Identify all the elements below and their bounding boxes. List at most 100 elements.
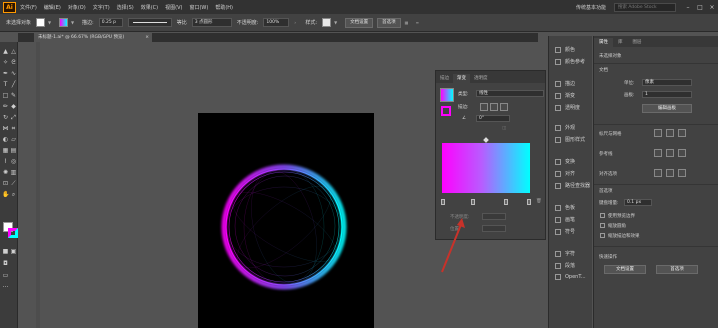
- gradient-stop-mid2[interactable]: [504, 199, 508, 205]
- rectangle-tool-icon[interactable]: □: [2, 92, 9, 99]
- rotate-tool-icon[interactable]: ↻: [2, 114, 9, 121]
- menu-view[interactable]: 视图(V): [165, 4, 182, 11]
- menu-window[interactable]: 窗口(W): [189, 4, 208, 11]
- snap-to-pixel-icon[interactable]: [654, 169, 662, 177]
- lasso-icon[interactable]: ᘓ: [10, 59, 17, 66]
- panel-align[interactable]: 对齐: [555, 170, 575, 177]
- gradient-angle-field[interactable]: 0°: [476, 115, 510, 122]
- workspace-switcher[interactable]: 传统基本功能: [576, 4, 606, 11]
- mesh-tool-icon[interactable]: ▦: [2, 147, 9, 154]
- style-swatch[interactable]: [322, 18, 332, 27]
- scale-tool-icon[interactable]: ⤢: [10, 114, 17, 121]
- width-tool-icon[interactable]: ⋈: [2, 125, 9, 132]
- menu-help[interactable]: 帮助(H): [215, 4, 233, 11]
- align-icon[interactable]: ≡: [416, 20, 422, 26]
- chevron-right-icon[interactable]: ›: [294, 20, 300, 26]
- guides-icon[interactable]: [654, 149, 662, 157]
- close-icon[interactable]: ×: [706, 4, 718, 11]
- gradient-location-field[interactable]: [482, 225, 506, 232]
- grid-icon[interactable]: ▦: [405, 20, 411, 26]
- panel-transparency[interactable]: 透明度: [555, 104, 580, 111]
- symbol-sprayer-icon[interactable]: ✺: [2, 169, 9, 176]
- stroke-swatch[interactable]: [59, 18, 69, 27]
- screen-mode-icon[interactable]: ▭: [2, 272, 9, 279]
- slice-tool-icon[interactable]: ⟋: [10, 180, 17, 187]
- line-tool-icon[interactable]: ╱: [10, 81, 17, 88]
- grid-icon[interactable]: [666, 129, 674, 137]
- free-transform-icon[interactable]: ⌗: [10, 125, 17, 132]
- magic-wand-icon[interactable]: ✧: [2, 59, 9, 66]
- stroke-within-icon[interactable]: [480, 103, 488, 111]
- delete-stop-icon[interactable]: 🗑: [536, 199, 542, 204]
- chevron-down-icon[interactable]: ▼: [334, 20, 340, 26]
- props-document-setup-button[interactable]: 文档设置: [604, 265, 646, 274]
- tab-transparency[interactable]: 透明度: [470, 74, 492, 83]
- chevron-down-icon[interactable]: ▼: [48, 20, 54, 26]
- document-tab[interactable]: 未标题-1.ai* @ 66.67% (RGB/GPU 预览) ×: [34, 33, 152, 42]
- hand-tool-icon[interactable]: ✋: [2, 191, 9, 198]
- eraser-icon[interactable]: ◆: [10, 103, 17, 110]
- panel-symbols[interactable]: 符号: [555, 228, 575, 235]
- pencil-icon[interactable]: ✏: [2, 103, 9, 110]
- gradient-preview-swatch[interactable]: [440, 88, 454, 102]
- stroke-color-swatch[interactable]: [8, 228, 18, 238]
- gradient-opacity-field[interactable]: [482, 213, 506, 220]
- panel-transform[interactable]: 变换: [555, 158, 575, 165]
- perspective-grid-icon[interactable]: ▱: [10, 136, 17, 143]
- chevron-down-icon[interactable]: ▼: [71, 20, 77, 26]
- scale-strokes-checkbox[interactable]: 缩放描边和效果: [600, 233, 640, 239]
- brush-field[interactable]: 3 点圆形: [191, 18, 232, 27]
- menu-edit[interactable]: 编辑(E): [44, 4, 61, 11]
- menu-type[interactable]: 文字(T): [93, 4, 110, 11]
- units-select[interactable]: 像素: [642, 79, 692, 86]
- tab-libraries[interactable]: 库: [613, 38, 628, 47]
- panel-graphic-styles[interactable]: 图形样式: [555, 136, 585, 143]
- artboard-select[interactable]: 1: [642, 91, 692, 98]
- snap-to-grid-icon[interactable]: [678, 169, 686, 177]
- tab-gradient[interactable]: 渐变: [453, 74, 470, 83]
- menu-select[interactable]: 选择(S): [117, 4, 134, 11]
- draw-mode-icon[interactable]: ◘: [2, 260, 9, 267]
- direct-selection-tool-icon[interactable]: △: [10, 48, 17, 55]
- menu-object[interactable]: 对象(O): [68, 4, 86, 11]
- stroke-across-icon[interactable]: [500, 103, 508, 111]
- panel-paragraph[interactable]: 段落: [555, 262, 575, 269]
- gradient-midpoint[interactable]: [483, 137, 489, 143]
- graph-tool-icon[interactable]: ▥: [10, 169, 17, 176]
- gradient-stop-right[interactable]: [527, 199, 531, 205]
- opacity-field[interactable]: 100%: [263, 18, 290, 27]
- artboard-tool-icon[interactable]: ⊡: [2, 180, 9, 187]
- snap-to-point-icon[interactable]: [666, 169, 674, 177]
- smart-guides-icon[interactable]: [678, 149, 686, 157]
- transparency-grid-icon[interactable]: [678, 129, 686, 137]
- gradient-stop-mid[interactable]: [471, 199, 475, 205]
- artboard[interactable]: [198, 113, 374, 328]
- panel-swatches[interactable]: 色板: [555, 204, 575, 211]
- maximize-icon[interactable]: □: [694, 4, 706, 11]
- panel-opentype[interactable]: OpenT...: [555, 274, 586, 280]
- paintbrush-icon[interactable]: ✎: [10, 92, 17, 99]
- document-setup-button[interactable]: 文档设置: [345, 17, 374, 28]
- gradient-slider[interactable]: [442, 143, 530, 193]
- more-tools-icon[interactable]: ···: [2, 284, 9, 291]
- panel-color-guide[interactable]: 颜色参考: [555, 58, 585, 65]
- panel-brushes[interactable]: 画笔: [555, 216, 575, 223]
- variable-width-profile[interactable]: [127, 18, 172, 27]
- pen-tool-icon[interactable]: ✒: [2, 70, 9, 77]
- gradient-type-select[interactable]: 线性: [476, 90, 544, 97]
- tab-layers[interactable]: 图层: [628, 38, 647, 47]
- selection-tool-icon[interactable]: ▲: [2, 48, 9, 55]
- lock-guides-icon[interactable]: [666, 149, 674, 157]
- menu-effect[interactable]: 效果(C): [141, 4, 158, 11]
- panel-character[interactable]: 字符: [555, 250, 575, 257]
- props-preferences-button[interactable]: 首选项: [656, 265, 698, 274]
- panel-appearance[interactable]: 外观: [555, 124, 575, 131]
- gradient-stop-left[interactable]: [441, 199, 445, 205]
- close-tab-icon[interactable]: ×: [145, 33, 149, 42]
- panel-gradient[interactable]: 渐变: [555, 92, 575, 99]
- panel-color[interactable]: 颜色: [555, 46, 575, 53]
- keyboard-increment-field[interactable]: 0.1 px: [624, 199, 652, 206]
- fill-swatch[interactable]: [36, 18, 46, 27]
- stroke-fill-toggle[interactable]: [441, 106, 451, 116]
- preferences-button[interactable]: 首选项: [377, 17, 401, 28]
